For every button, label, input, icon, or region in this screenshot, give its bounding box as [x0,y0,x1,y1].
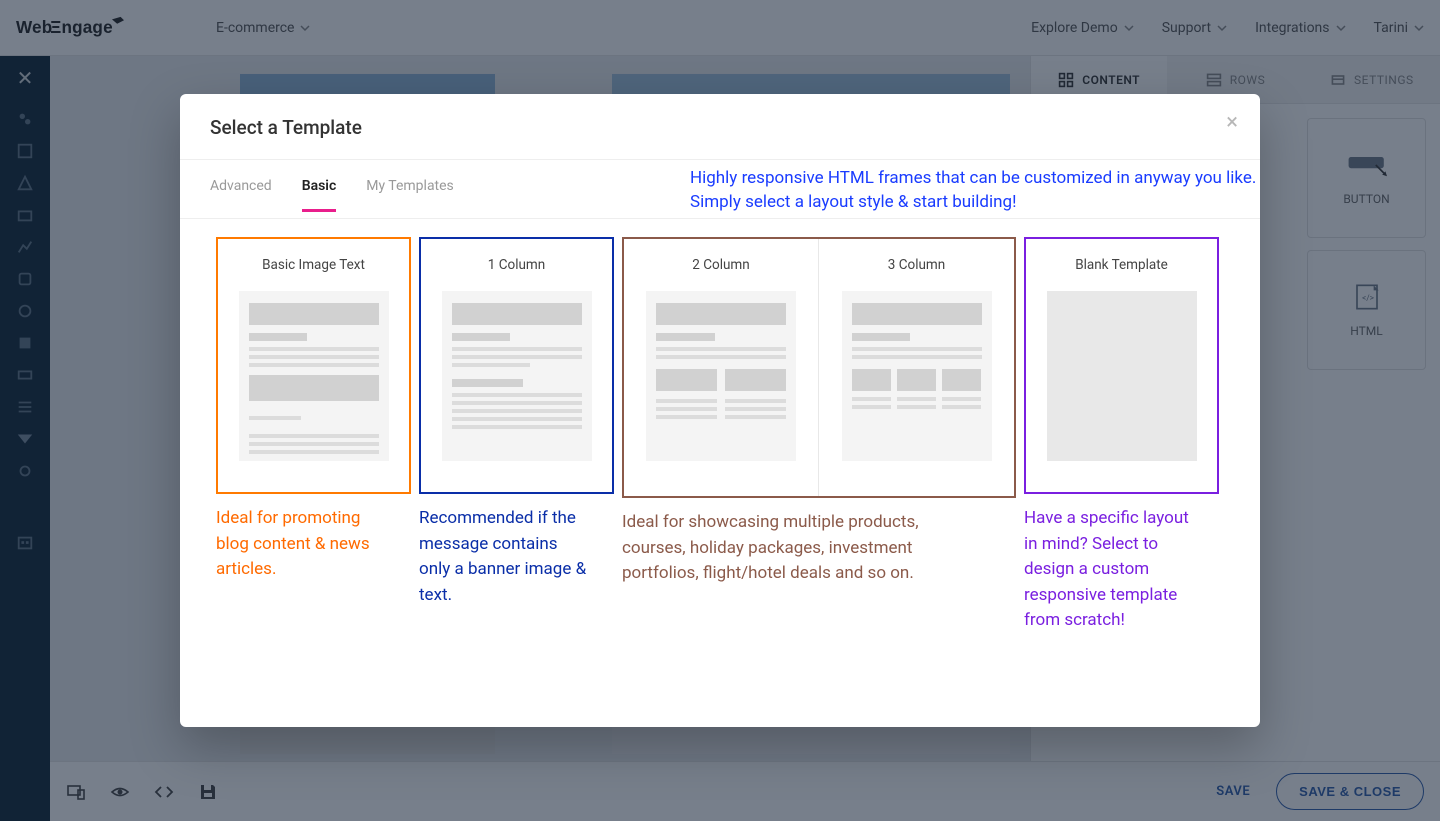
template-desc: Ideal for promoting blog content & news … [216,494,386,583]
template-1-column[interactable]: 1 Column [419,237,614,494]
modal-close-button[interactable]: × [1226,112,1238,134]
template-thumbnail [1047,291,1197,461]
template-3-column[interactable]: 3 Column [819,239,1014,496]
tab-my-templates[interactable]: My Templates [366,160,454,209]
template-basic-image-text[interactable]: Basic Image Text [216,237,411,494]
tab-basic[interactable]: Basic [302,160,337,212]
modal-tabs: Advanced Basic My Templates Highly respo… [180,159,1260,219]
intro-text: Highly responsive HTML frames that can b… [690,167,1256,215]
template-thumbnail [842,291,992,461]
modal-title: Select a Template [210,116,1230,139]
template-cards: Basic Image Text Ideal for promoting blo… [180,219,1260,644]
template-desc: Ideal for showcasing multiple products, … [622,498,932,587]
template-blank[interactable]: Blank Template [1024,237,1219,494]
template-thumbnail [646,291,796,461]
template-desc: Have a specific layout in mind? Select t… [1024,494,1194,634]
template-desc: Recommended if the message contains only… [419,494,589,608]
template-thumbnail [442,291,592,461]
template-thumbnail [239,291,389,461]
template-2-column[interactable]: 2 Column [624,239,819,496]
tab-advanced[interactable]: Advanced [210,160,272,209]
select-template-modal: × Select a Template Advanced Basic My Te… [180,94,1260,727]
